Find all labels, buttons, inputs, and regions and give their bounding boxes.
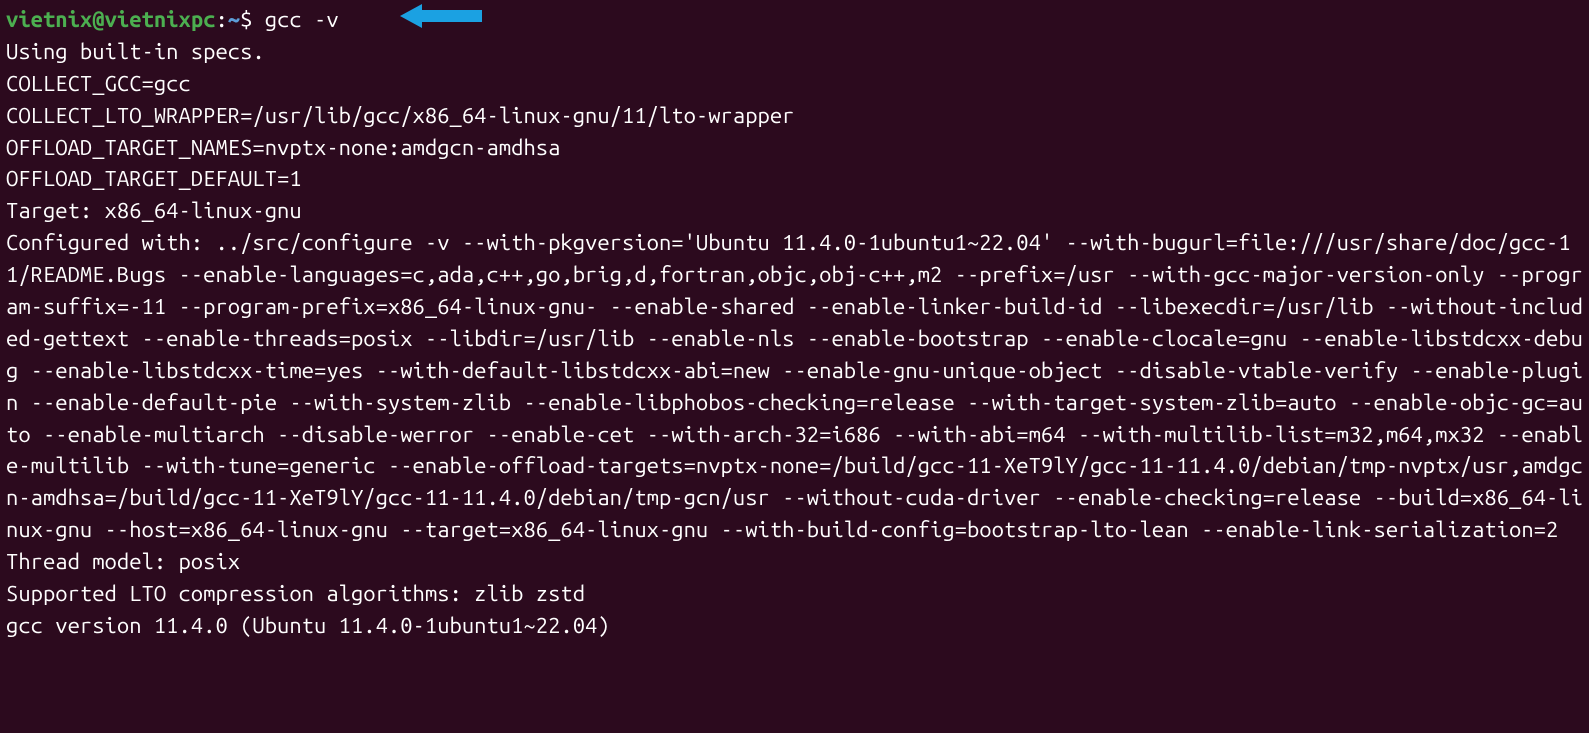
prompt-path: ~ [228, 7, 240, 32]
prompt-at: @ [92, 7, 104, 32]
arrow-shaft [422, 10, 482, 22]
prompt-host: vietnixpc [105, 7, 216, 32]
output-line-0: Using built-in specs. [6, 39, 265, 64]
output-line-7: Thread model: posix [6, 549, 240, 574]
output-line-1: COLLECT_GCC=gcc [6, 71, 191, 96]
arrow-left-icon [400, 4, 422, 28]
output-line-5: Target: x86_64-linux-gnu [6, 198, 302, 223]
terminal-output[interactable]: vietnix@vietnixpc:~$ gcc -v Using built-… [6, 4, 1583, 642]
output-line-6: Configured with: ../src/configure -v --w… [6, 230, 1583, 542]
prompt-dollar: $ [240, 7, 265, 32]
output-line-3: OFFLOAD_TARGET_NAMES=nvptx-none:amdgcn-a… [6, 135, 560, 160]
output-line-8: Supported LTO compression algorithms: zl… [6, 581, 585, 606]
output-line-4: OFFLOAD_TARGET_DEFAULT=1 [6, 166, 302, 191]
arrow-annotation [400, 4, 482, 28]
output-line-2: COLLECT_LTO_WRAPPER=/usr/lib/gcc/x86_64-… [6, 103, 794, 128]
prompt-user: vietnix [6, 7, 92, 32]
output-line-9: gcc version 11.4.0 (Ubuntu 11.4.0-1ubunt… [6, 613, 610, 638]
command-text: gcc -v [265, 7, 339, 32]
prompt-colon: : [215, 7, 227, 32]
